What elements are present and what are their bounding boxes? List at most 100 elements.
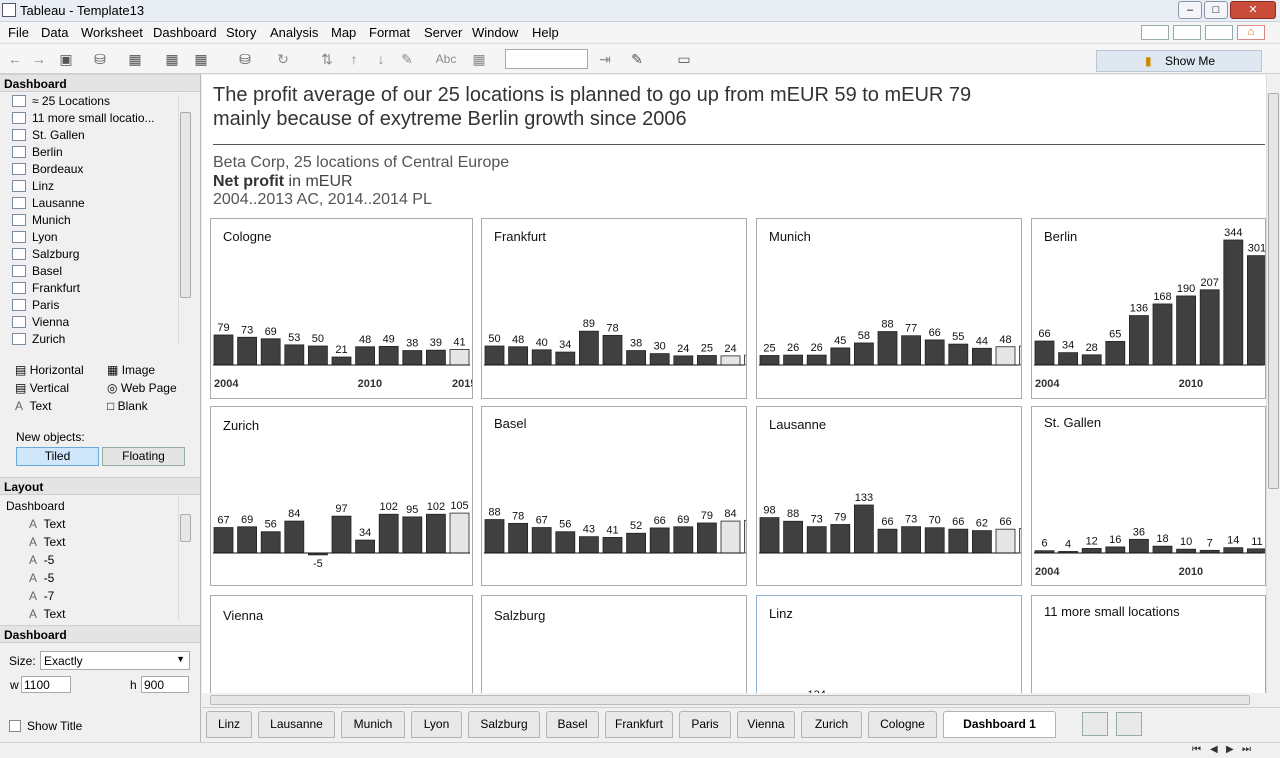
bar[interactable] — [696, 522, 717, 554]
bar[interactable] — [1176, 548, 1197, 554]
sheet-item[interactable]: 11 more small locatio... — [12, 111, 155, 128]
bar[interactable] — [260, 531, 281, 554]
bar[interactable] — [720, 520, 741, 554]
sheet-item[interactable]: St. Gallen — [12, 128, 85, 145]
bar[interactable] — [783, 354, 804, 366]
object-blank[interactable]: □ Blank — [107, 399, 148, 413]
sort-descending-icon[interactable]: ↓ — [372, 50, 390, 68]
bar[interactable] — [901, 335, 922, 366]
bar[interactable] — [260, 338, 281, 366]
bar[interactable] — [237, 526, 258, 554]
sheet-item[interactable]: Paris — [12, 298, 59, 315]
new-worksheet-icon[interactable]: ▦ — [126, 50, 144, 68]
size-dropdown[interactable]: Exactly ▼ — [40, 651, 190, 670]
presentation-view-icon[interactable] — [1141, 25, 1169, 40]
bar[interactable] — [971, 530, 992, 554]
bar[interactable] — [1246, 255, 1266, 366]
bar[interactable] — [1152, 545, 1173, 554]
bar[interactable] — [1129, 538, 1149, 554]
bar[interactable] — [783, 520, 804, 554]
bar[interactable] — [1105, 340, 1126, 366]
clear-sheet-icon[interactable]: ▦ — [192, 50, 210, 68]
bar[interactable] — [696, 355, 717, 366]
first-sheet-icon[interactable]: ⏮ — [1192, 744, 1201, 755]
home-icon[interactable]: ⌂ — [1237, 25, 1265, 40]
fit-dropdown[interactable] — [505, 49, 588, 69]
sheet-item[interactable]: Lausanne — [12, 196, 85, 213]
bar[interactable] — [308, 345, 328, 366]
layout-item[interactable]: A -5 — [29, 571, 54, 585]
bar[interactable] — [830, 524, 851, 554]
object-text[interactable]: A Text — [15, 399, 51, 413]
bar[interactable] — [626, 532, 647, 554]
bar[interactable] — [948, 528, 969, 554]
sheet-list-scrollbar[interactable] — [178, 94, 191, 344]
bar[interactable] — [484, 345, 505, 366]
bar[interactable] — [449, 349, 470, 366]
menu-worksheet[interactable]: Worksheet — [81, 25, 143, 40]
sheet-tab[interactable]: Salzburg — [468, 711, 540, 738]
last-sheet-icon[interactable]: ⏭ — [1242, 744, 1251, 755]
bar[interactable] — [402, 516, 423, 554]
bar[interactable] — [1129, 315, 1149, 366]
sheet-item[interactable]: Basel — [12, 264, 62, 281]
chart-panel[interactable]: Basel887867564341526669798486 — [481, 406, 747, 586]
chart-panel[interactable]: St. Gallen64121636181071411220042010 — [1031, 406, 1266, 586]
chart-panel[interactable]: Linz1121041341130123109 — [756, 595, 1022, 693]
previous-sheet-icon[interactable]: ◀ — [1210, 744, 1218, 755]
bar[interactable] — [555, 531, 576, 554]
chart-panel[interactable]: Zurich67695684-5973410295102105107 — [210, 406, 473, 586]
bar[interactable] — [402, 350, 423, 366]
layout-item[interactable]: A Text — [29, 607, 65, 621]
bar[interactable] — [948, 343, 969, 366]
menu-window[interactable]: Window — [472, 25, 518, 40]
bar[interactable] — [1223, 239, 1244, 366]
chart-panel[interactable]: Cologne797369535021484938394141200420102… — [210, 218, 473, 399]
bar[interactable] — [924, 339, 945, 366]
bar[interactable] — [1176, 295, 1197, 366]
sheet-item[interactable]: Salzburg — [12, 247, 79, 264]
new-data-source-icon[interactable]: ⛁ — [91, 50, 109, 68]
bar[interactable] — [378, 345, 399, 366]
sheet-tab[interactable]: Zurich — [801, 711, 862, 738]
sheet-item[interactable]: Frankfurt — [12, 281, 80, 298]
bar[interactable] — [1105, 546, 1126, 554]
bar[interactable] — [579, 330, 599, 366]
presentation-mode-icon[interactable]: ▭ — [675, 50, 693, 68]
chart-panel[interactable]: Munich252626455888776655444850 — [756, 218, 1022, 399]
sheet-tab[interactable]: Munich — [341, 711, 405, 738]
bar[interactable] — [830, 347, 851, 366]
bar[interactable] — [649, 527, 670, 554]
bar[interactable] — [508, 522, 529, 554]
bar[interactable] — [484, 519, 505, 554]
sheet-tab[interactable]: Lausanne — [258, 711, 335, 738]
sort-ascending-icon[interactable]: ↑ — [345, 50, 363, 68]
highlight-icon[interactable]: ✎ — [628, 50, 646, 68]
sheet-tab[interactable]: Paris — [679, 711, 731, 738]
bar[interactable] — [555, 351, 576, 366]
layout-scrollbar[interactable] — [178, 496, 191, 620]
object-web-page[interactable]: ◎ Web Page — [107, 381, 177, 395]
bar[interactable] — [425, 349, 446, 366]
canvas-horizontal-scrollbar[interactable] — [202, 693, 1266, 707]
bar[interactable] — [213, 527, 234, 554]
bar[interactable] — [673, 355, 694, 366]
layout-item[interactable]: A Text — [29, 535, 65, 549]
back-arrow-icon[interactable]: ← — [6, 50, 24, 68]
bar[interactable] — [995, 346, 1016, 366]
menu-dashboard[interactable]: Dashboard — [153, 25, 217, 40]
chart-panel[interactable]: Vienna — [210, 595, 473, 693]
group-icon[interactable]: ✎ — [398, 50, 416, 68]
bar[interactable] — [649, 353, 670, 366]
show-me-button[interactable]: ▮ Show Me — [1096, 50, 1262, 72]
bar[interactable] — [1019, 528, 1022, 554]
bar[interactable] — [284, 520, 305, 554]
new-dashboard-tab-icon[interactable] — [1116, 712, 1142, 736]
menu-help[interactable]: Help — [532, 25, 559, 40]
bar[interactable] — [924, 527, 945, 554]
fix-axes-icon[interactable]: ⇥ — [596, 50, 614, 68]
bar[interactable] — [854, 342, 874, 366]
tiled-button[interactable]: Tiled — [16, 447, 99, 466]
bar[interactable] — [531, 527, 552, 554]
layout-item[interactable]: A -5 — [29, 553, 54, 567]
